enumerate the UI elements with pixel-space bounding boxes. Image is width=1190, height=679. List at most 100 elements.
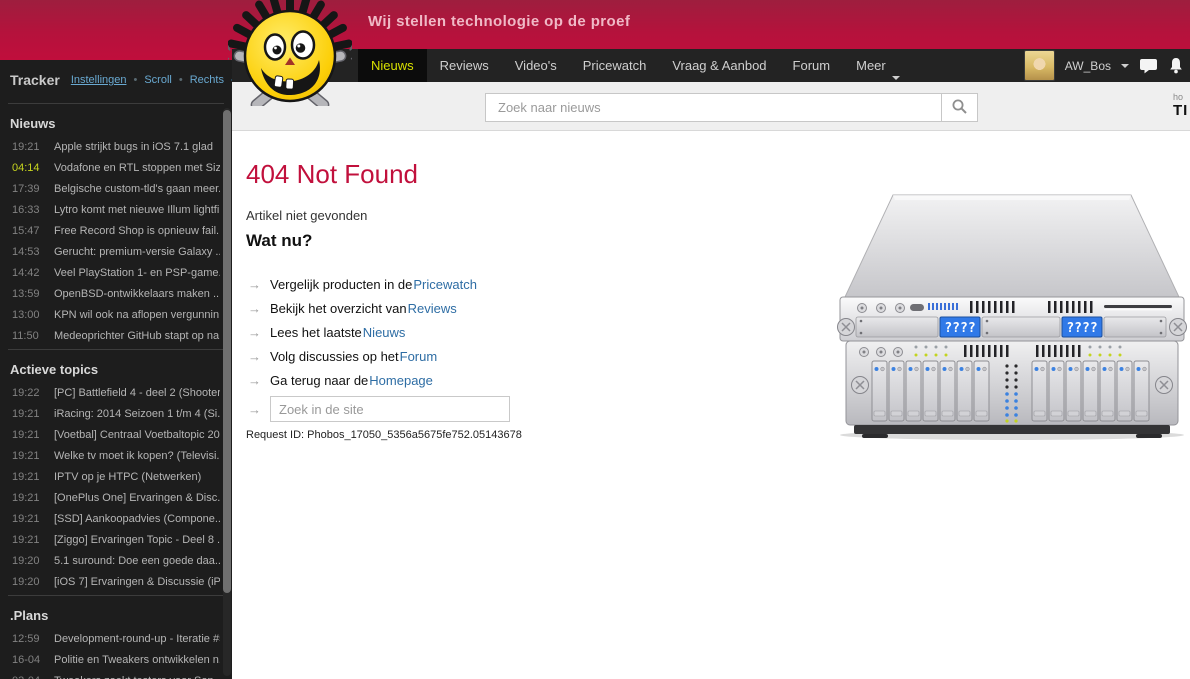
nav-tab[interactable]: Video's [502, 49, 570, 82]
bullet-separator: • [178, 74, 183, 86]
item-time: 19:21 [12, 407, 40, 420]
list-item[interactable]: 19:21 [Ziggo] Ervaringen Topic - Deel 8 … [0, 529, 232, 550]
sidebar-section-nieuws: Nieuws 19:21 Apple strijkt bugs in iOS 7… [0, 107, 232, 346]
item-title: Apple strijkt bugs in iOS 7.1 glad [54, 140, 213, 153]
suggestion-link[interactable]: Nieuws [363, 325, 406, 340]
nav-tab-label: Pricewatch [582, 58, 647, 73]
sidebar-link-instellingen[interactable]: Instellingen [71, 74, 127, 86]
list-item[interactable]: 12:59 Development-round-up - Iteratie #5… [0, 628, 232, 649]
item-title: Politie en Tweakers ontwikkelen n... [54, 653, 220, 666]
item-title: [PC] Battlefield 4 - deel 2 (Shooters) [54, 386, 220, 399]
request-id: Request ID: Phobos_17050_5356a5675fe752.… [246, 429, 522, 441]
nav-tab-label: Nieuws [371, 58, 414, 73]
list-item[interactable]: 03-04 Tweakers zoekt testers voor Son... [0, 670, 232, 679]
suggestion-text: Bekijk het overzicht van [270, 300, 407, 316]
item-title: OpenBSD-ontwikkelaars maken ... [54, 287, 220, 300]
suggestion-row: → Bekijk het overzicht van Reviews [248, 296, 510, 320]
site-search-row: → [248, 395, 510, 423]
item-time: 19:20 [12, 554, 40, 567]
divider [8, 595, 224, 596]
list-item[interactable]: 04:14 Vodafone en RTL stoppen met Sizz [0, 157, 232, 178]
sidebar-section-plans: .Plans 12:59 Development-round-up - Iter… [0, 599, 232, 679]
list-item[interactable]: 13:59 OpenBSD-ontwikkelaars maken ... [0, 283, 232, 304]
arrow-right-icon: → [248, 300, 261, 316]
list-item[interactable]: 19:20 [iOS 7] Ervaringen & Discussie (iP… [0, 571, 232, 592]
arrow-right-icon: → [248, 324, 261, 340]
list-item[interactable]: 19:21 Welke tv moet ik kopen? (Televisi.… [0, 445, 232, 466]
nav-tab-label: Reviews [439, 58, 489, 73]
messages-icon[interactable] [1139, 58, 1158, 74]
item-title: Medeoprichter GitHub stapt op na... [54, 329, 220, 342]
avatar[interactable] [1023, 50, 1055, 81]
list-item[interactable]: 17:39 Belgische custom-tld's gaan meer..… [0, 178, 232, 199]
sidebar-scrollbar-thumb[interactable] [223, 110, 231, 593]
sidebar-section-actieve-topics: Actieve topics 19:22 [PC] Battlefield 4 … [0, 353, 232, 592]
tweakers-mascot [228, 0, 352, 106]
nav-tab[interactable]: Reviews [427, 49, 502, 82]
suggestion-text: Lees het laatste [270, 324, 362, 340]
list-item[interactable]: 19:21 [OnePlus One] Ervaringen & Disc... [0, 487, 232, 508]
suggestion-link[interactable]: Reviews [408, 301, 457, 316]
list-item[interactable]: 19:21 [SSD] Aankoopadvies (Compone... [0, 508, 232, 529]
list-item[interactable]: 14:53 Gerucht: premium-versie Galaxy ... [0, 241, 232, 262]
list-item[interactable]: 13:00 KPN wil ook na aflopen vergunnin..… [0, 304, 232, 325]
list-item[interactable]: 14:42 Veel PlayStation 1- en PSP-game... [0, 262, 232, 283]
site-search-input[interactable] [270, 396, 510, 422]
lcd-display: ???? [944, 321, 975, 336]
list-item[interactable]: 19:20 5.1 suround: Doe een goede daa... [0, 550, 232, 571]
item-title: [Ziggo] Ervaringen Topic - Deel 8 ... [54, 533, 220, 546]
server-image: ???? ???? [836, 194, 1188, 440]
list-item[interactable]: 19:21 [Voetbal] Centraal Voetbaltopic 20… [0, 424, 232, 445]
search-input[interactable] [486, 94, 941, 121]
tracker-sidebar: Tracker Instellingen • Scroll • Rechts N… [0, 60, 232, 679]
search-button[interactable] [941, 94, 977, 121]
nav-tab[interactable]: Pricewatch [570, 49, 660, 82]
divider [8, 103, 224, 104]
nav-tab[interactable]: Forum [780, 49, 844, 82]
list-item[interactable]: 19:22 [PC] Battlefield 4 - deel 2 (Shoot… [0, 382, 232, 403]
notifications-icon[interactable] [1168, 57, 1184, 75]
nav-tab[interactable]: Nieuws [358, 49, 427, 82]
item-time: 04:14 [12, 161, 40, 174]
nav-tab[interactable]: Meer [843, 49, 913, 82]
main-content: 404 Not Found Artikel niet gevonden Wat … [232, 131, 1190, 679]
item-title: [iOS 7] Ervaringen & Discussie (iP... [54, 575, 220, 588]
list-item[interactable]: 16-04 Politie en Tweakers ontwikkelen n.… [0, 649, 232, 670]
sidebar-link-scroll[interactable]: Scroll [144, 74, 172, 86]
suggestion-link[interactable]: Pricewatch [413, 277, 477, 292]
tracker-title: Tracker [10, 72, 60, 88]
arrow-right-icon: → [248, 276, 261, 292]
sidebar-link-rechts[interactable]: Rechts [190, 74, 224, 86]
list-item[interactable]: 15:47 Free Record Shop is opnieuw fail..… [0, 220, 232, 241]
suggestion-text: Volg discussies op het [270, 348, 399, 364]
list-item[interactable]: 11:50 Medeoprichter GitHub stapt op na..… [0, 325, 232, 346]
item-title: Belgische custom-tld's gaan meer... [54, 182, 220, 195]
list-item[interactable]: 19:21 iRacing: 2014 Seizoen 1 t/m 4 (Si.… [0, 403, 232, 424]
arrow-right-icon: → [248, 401, 261, 417]
item-time: 15:47 [12, 224, 40, 237]
list-item[interactable]: 19:21 Apple strijkt bugs in iOS 7.1 glad [0, 136, 232, 157]
lcd-display: ???? [1066, 321, 1097, 336]
suggestion-link[interactable]: Forum [400, 349, 438, 364]
item-time: 16:33 [12, 203, 40, 216]
item-title: Development-round-up - Iteratie #50 [54, 632, 220, 645]
corner-text-small: ho [1173, 92, 1184, 102]
nav-tab[interactable]: Vraag & Aanbod [659, 49, 779, 82]
item-title: [SSD] Aankoopadvies (Compone... [54, 512, 220, 525]
tracker-header: Tracker Instellingen • Scroll • Rechts [0, 60, 232, 100]
arrow-right-icon: → [248, 372, 261, 388]
main-navbar: Nieuws Reviews Video's Pricewatch Vraag … [232, 49, 1190, 82]
divider [8, 349, 224, 350]
item-time: 19:20 [12, 575, 40, 588]
username[interactable]: AW_Bos [1065, 59, 1111, 73]
list-item[interactable]: 16:33 Lytro komt met nieuwe Illum lightf… [0, 199, 232, 220]
suggestion-link[interactable]: Homepage [369, 373, 433, 388]
site-tagline: Wij stellen technologie op de proef [368, 13, 631, 30]
list-item[interactable]: 19:21 IPTV op je HTPC (Netwerken) [0, 466, 232, 487]
suggestion-text: Vergelijk producten in de [270, 276, 413, 292]
item-time: 19:21 [12, 428, 40, 441]
item-time: 14:42 [12, 266, 40, 279]
chevron-down-icon[interactable] [1121, 63, 1129, 72]
item-time: 16-04 [12, 653, 41, 666]
item-time: 13:00 [12, 308, 40, 321]
